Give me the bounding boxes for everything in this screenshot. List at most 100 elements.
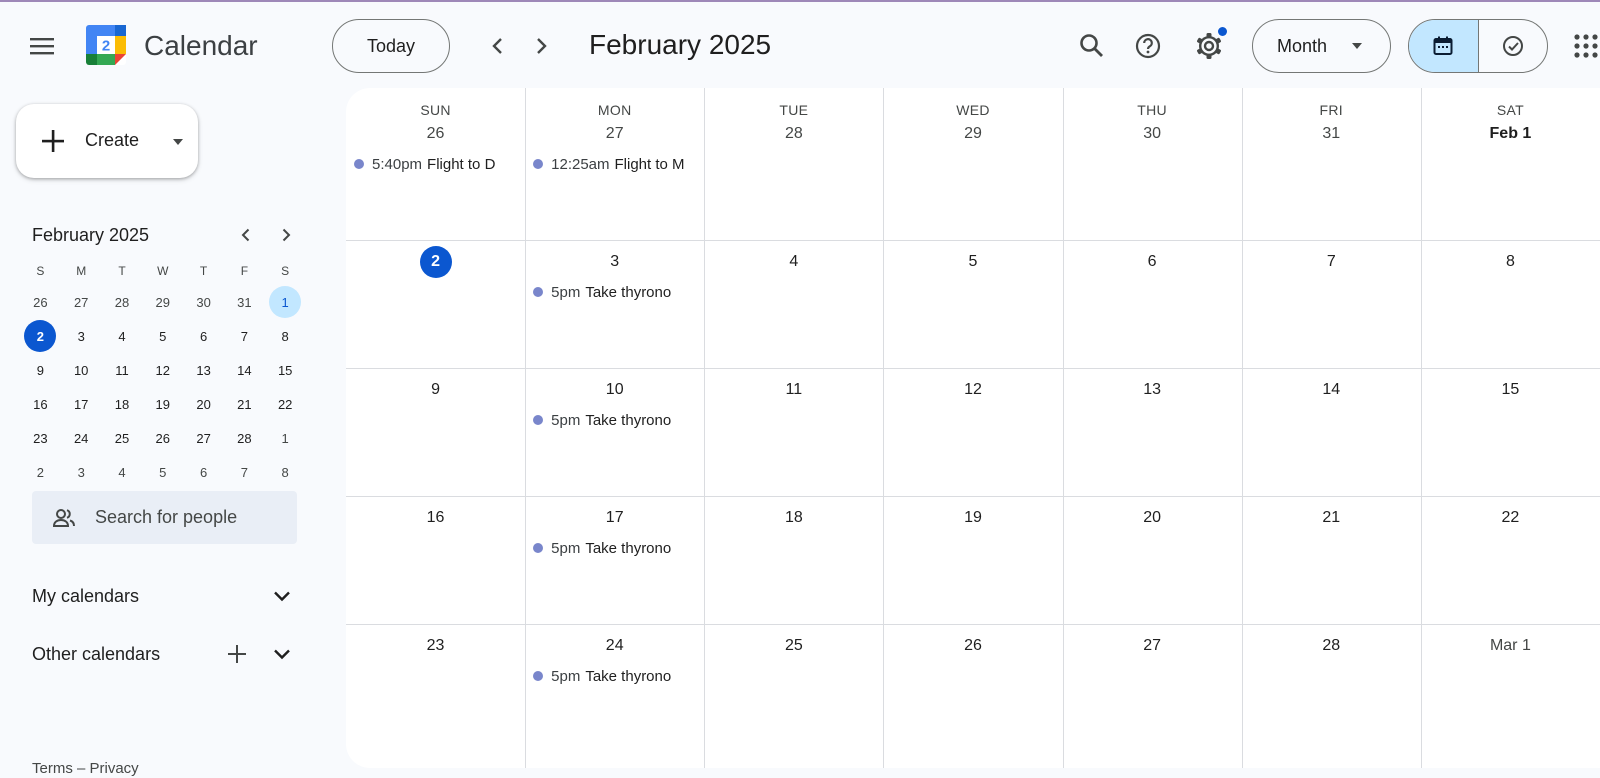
mini-day-cell[interactable]: 4: [102, 319, 143, 353]
mini-day-cell[interactable]: 23: [20, 421, 61, 455]
day-cell[interactable]: TUE 28: [704, 88, 883, 240]
day-number[interactable]: 14: [1242, 374, 1421, 406]
day-cell[interactable]: 28: [1242, 624, 1421, 768]
mini-day-cell[interactable]: 3: [61, 319, 102, 353]
calendar-view-icon[interactable]: [1409, 20, 1479, 72]
plus-icon[interactable]: [225, 642, 249, 666]
day-cell[interactable]: 24 5pm Take thyrono: [525, 624, 704, 768]
day-number[interactable]: 10: [525, 374, 704, 406]
terms-privacy-links[interactable]: Terms – Privacy: [32, 760, 139, 777]
day-number[interactable]: 25: [704, 630, 883, 662]
day-number[interactable]: 16: [346, 502, 525, 534]
day-number[interactable]: 28: [704, 118, 883, 150]
day-cell[interactable]: 19: [883, 496, 1062, 624]
apps-grid-icon[interactable]: [1566, 26, 1600, 66]
chevron-right-icon[interactable]: [272, 221, 300, 249]
day-cell[interactable]: MON 27 12:25am Flight to M: [525, 88, 704, 240]
mini-day-cell[interactable]: 6: [183, 455, 224, 489]
mini-day-cell[interactable]: 15: [265, 353, 306, 387]
day-cell[interactable]: 18: [704, 496, 883, 624]
mini-day-cell[interactable]: 8: [265, 319, 306, 353]
mini-day-cell[interactable]: 2: [20, 319, 61, 353]
mini-day-cell[interactable]: 12: [142, 353, 183, 387]
today-button[interactable]: Today: [332, 19, 450, 73]
other-calendars-section[interactable]: Other calendars: [32, 636, 297, 672]
day-cell[interactable]: 3 5pm Take thyrono: [525, 240, 704, 368]
day-number[interactable]: Feb 1: [1421, 118, 1600, 150]
day-number[interactable]: 11: [704, 374, 883, 406]
event-chip[interactable]: 5pm Take thyrono: [533, 665, 686, 687]
mini-day-cell[interactable]: 25: [102, 421, 143, 455]
day-cell[interactable]: 26: [883, 624, 1062, 768]
my-calendars-section[interactable]: My calendars: [32, 578, 297, 614]
mini-day-cell[interactable]: 6: [183, 319, 224, 353]
day-number[interactable]: 24: [525, 630, 704, 662]
day-number[interactable]: 9: [346, 374, 525, 406]
help-icon[interactable]: [1128, 26, 1168, 66]
mini-day-cell[interactable]: 30: [183, 285, 224, 319]
day-cell[interactable]: THU 30: [1063, 88, 1242, 240]
day-cell[interactable]: 15: [1421, 368, 1600, 496]
day-number[interactable]: 27: [525, 118, 704, 150]
day-number[interactable]: 7: [1242, 246, 1421, 278]
mini-day-cell[interactable]: 5: [142, 455, 183, 489]
day-cell[interactable]: 6: [1063, 240, 1242, 368]
day-cell[interactable]: 25: [704, 624, 883, 768]
mini-day-cell[interactable]: 18: [102, 387, 143, 421]
mini-day-cell[interactable]: 7: [224, 319, 265, 353]
day-number[interactable]: 17: [525, 502, 704, 534]
mini-day-cell[interactable]: 17: [61, 387, 102, 421]
mini-day-cell[interactable]: 14: [224, 353, 265, 387]
day-cell[interactable]: 14: [1242, 368, 1421, 496]
day-number[interactable]: 2: [346, 246, 525, 278]
day-number[interactable]: 23: [346, 630, 525, 662]
day-number[interactable]: 13: [1063, 374, 1242, 406]
day-cell[interactable]: 11: [704, 368, 883, 496]
mini-day-cell[interactable]: 1: [265, 421, 306, 455]
mini-day-cell[interactable]: 13: [183, 353, 224, 387]
mini-day-cell[interactable]: 2: [20, 455, 61, 489]
day-cell[interactable]: 12: [883, 368, 1062, 496]
chevron-down-icon[interactable]: [270, 584, 294, 608]
day-number[interactable]: 19: [883, 502, 1062, 534]
day-number[interactable]: 5: [883, 246, 1062, 278]
day-number[interactable]: 30: [1063, 118, 1242, 150]
mini-day-cell[interactable]: 28: [224, 421, 265, 455]
day-cell[interactable]: Mar 1: [1421, 624, 1600, 768]
day-number[interactable]: 20: [1063, 502, 1242, 534]
day-number[interactable]: 31: [1242, 118, 1421, 150]
day-number[interactable]: 18: [704, 502, 883, 534]
event-chip[interactable]: 5pm Take thyrono: [533, 281, 686, 303]
mini-day-cell[interactable]: 27: [183, 421, 224, 455]
menu-icon[interactable]: [22, 26, 62, 66]
day-cell[interactable]: 10 5pm Take thyrono: [525, 368, 704, 496]
day-number[interactable]: 26: [346, 118, 525, 150]
mini-day-cell[interactable]: 26: [142, 421, 183, 455]
day-cell[interactable]: 4: [704, 240, 883, 368]
day-cell[interactable]: 5: [883, 240, 1062, 368]
mini-day-cell[interactable]: 3: [61, 455, 102, 489]
day-cell[interactable]: 8: [1421, 240, 1600, 368]
mini-day-cell[interactable]: 8: [265, 455, 306, 489]
mini-day-cell[interactable]: 11: [102, 353, 143, 387]
day-cell[interactable]: 17 5pm Take thyrono: [525, 496, 704, 624]
day-cell[interactable]: SUN 26 5:40pm Flight to D: [346, 88, 525, 240]
chevron-down-icon[interactable]: [270, 642, 294, 666]
mini-day-cell[interactable]: 9: [20, 353, 61, 387]
day-number[interactable]: 4: [704, 246, 883, 278]
calendar-logo-icon[interactable]: 2: [84, 23, 128, 67]
mini-day-cell[interactable]: 5: [142, 319, 183, 353]
mini-day-cell[interactable]: 22: [265, 387, 306, 421]
day-cell[interactable]: 7: [1242, 240, 1421, 368]
mini-day-cell[interactable]: 26: [20, 285, 61, 319]
event-chip[interactable]: 5:40pm Flight to D: [354, 153, 507, 175]
day-number[interactable]: 6: [1063, 246, 1242, 278]
day-number[interactable]: 29: [883, 118, 1062, 150]
day-number[interactable]: 26: [883, 630, 1062, 662]
day-cell[interactable]: FRI 31: [1242, 88, 1421, 240]
search-people-input[interactable]: Search for people: [32, 491, 297, 544]
chevron-left-icon[interactable]: [232, 221, 260, 249]
day-number[interactable]: 12: [883, 374, 1062, 406]
chevron-right-icon[interactable]: [521, 26, 561, 66]
day-cell[interactable]: 22: [1421, 496, 1600, 624]
